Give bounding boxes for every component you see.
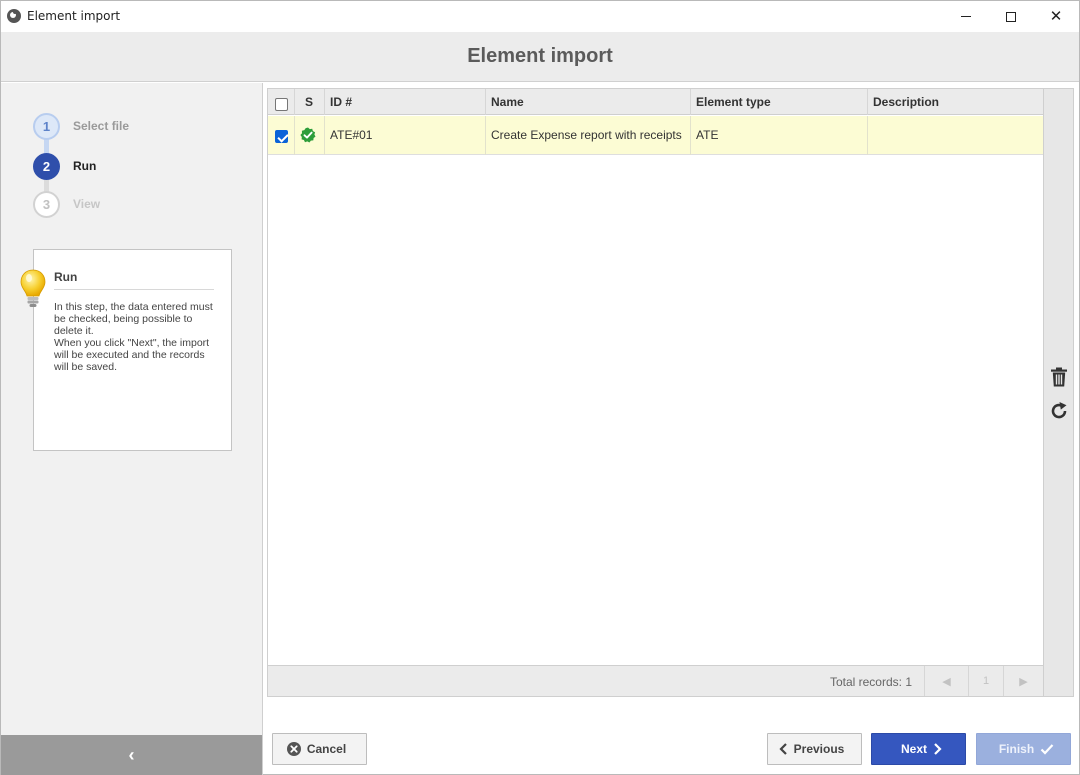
row-select-cell [268, 116, 295, 155]
title-bar: Element import ✕ [1, 1, 1079, 32]
triangle-right-icon: ▶ [1019, 675, 1028, 688]
row-name: Create Expense report with receipts [486, 116, 691, 155]
grid-footer: Total records: 1 ◀ 1 ▶ [268, 665, 1043, 696]
step-view: 3 View [33, 190, 101, 218]
select-all-cell [268, 89, 295, 115]
page-title: Element import [467, 45, 613, 67]
cancel-circle-icon [286, 742, 301, 756]
help-text: In this step, the data entered must be c… [54, 301, 213, 373]
help-title: Run [54, 270, 78, 284]
step-select-file[interactable]: 1 Select file [33, 112, 130, 140]
page-number: 1 [968, 666, 1003, 696]
check-badge-icon [300, 127, 316, 143]
step-label: Select file [73, 119, 130, 133]
step-run[interactable]: 2 Run [33, 152, 97, 180]
step-number: 1 [33, 112, 60, 140]
maximize-button[interactable] [988, 1, 1034, 32]
page-header: Element import [1, 32, 1079, 82]
records-grid: S ID # Name Element type Description ATE… [267, 88, 1044, 697]
previous-button[interactable]: Previous [767, 733, 862, 765]
total-records: Total records: 1 [829, 675, 912, 689]
chevron-left-icon: ‹ [128, 744, 135, 765]
chevron-right-icon [934, 743, 942, 755]
refresh-button[interactable] [1048, 400, 1070, 422]
minimize-icon [961, 16, 971, 17]
minimize-button[interactable] [943, 1, 989, 32]
next-label: Next [900, 742, 927, 756]
grid-toolbar [1044, 88, 1074, 697]
close-icon: ✕ [1049, 7, 1063, 25]
row-description [868, 116, 1043, 155]
delete-button[interactable] [1048, 366, 1070, 388]
sidebar-collapse-button[interactable]: ‹ [1, 735, 262, 775]
next-page-button[interactable]: ▶ [1003, 666, 1043, 696]
step-label: View [73, 197, 101, 211]
row-status-cell [295, 116, 325, 155]
checkmark-icon [1040, 744, 1054, 755]
row-checkbox[interactable] [275, 130, 288, 143]
cancel-button[interactable]: Cancel [272, 733, 367, 765]
row-element-type: ATE [691, 116, 868, 155]
column-header-id[interactable]: ID # [325, 89, 486, 115]
cancel-label: Cancel [306, 742, 347, 756]
step-number: 2 [33, 152, 60, 180]
trash-icon [1051, 367, 1067, 387]
help-panel: Run In this step, the data entered must … [33, 249, 232, 451]
column-header-status[interactable]: S [295, 89, 325, 115]
lightbulb-icon [20, 269, 46, 307]
select-all-checkbox[interactable] [275, 98, 288, 111]
step-number: 3 [33, 190, 60, 218]
maximize-icon [1006, 11, 1016, 22]
previous-label: Previous [793, 742, 845, 756]
chevron-left-icon [779, 743, 787, 755]
finish-button[interactable]: Finish [976, 733, 1071, 765]
app-icon [7, 9, 21, 23]
help-divider [54, 289, 214, 290]
wizard-sidebar: 1 Select file 2 Run 3 View Run In this s… [1, 83, 263, 775]
row-id: ATE#01 [325, 116, 486, 155]
previous-page-button[interactable]: ◀ [924, 666, 968, 696]
column-header-description[interactable]: Description [868, 89, 1043, 115]
triangle-left-icon: ◀ [942, 675, 951, 688]
step-label: Run [73, 159, 97, 173]
column-header-element-type[interactable]: Element type [691, 89, 868, 115]
import-window: Element import ✕ Element import 1 Select… [0, 0, 1080, 775]
refresh-icon [1051, 402, 1067, 419]
next-button[interactable]: Next [871, 733, 966, 765]
column-header-name[interactable]: Name [486, 89, 691, 115]
window-title: Element import [27, 9, 121, 23]
table-row[interactable]: ATE#01 Create Expense report with receip… [268, 116, 1043, 155]
grid-header: S ID # Name Element type Description [268, 89, 1043, 115]
finish-label: Finish [998, 742, 1035, 756]
close-button[interactable]: ✕ [1033, 1, 1079, 32]
